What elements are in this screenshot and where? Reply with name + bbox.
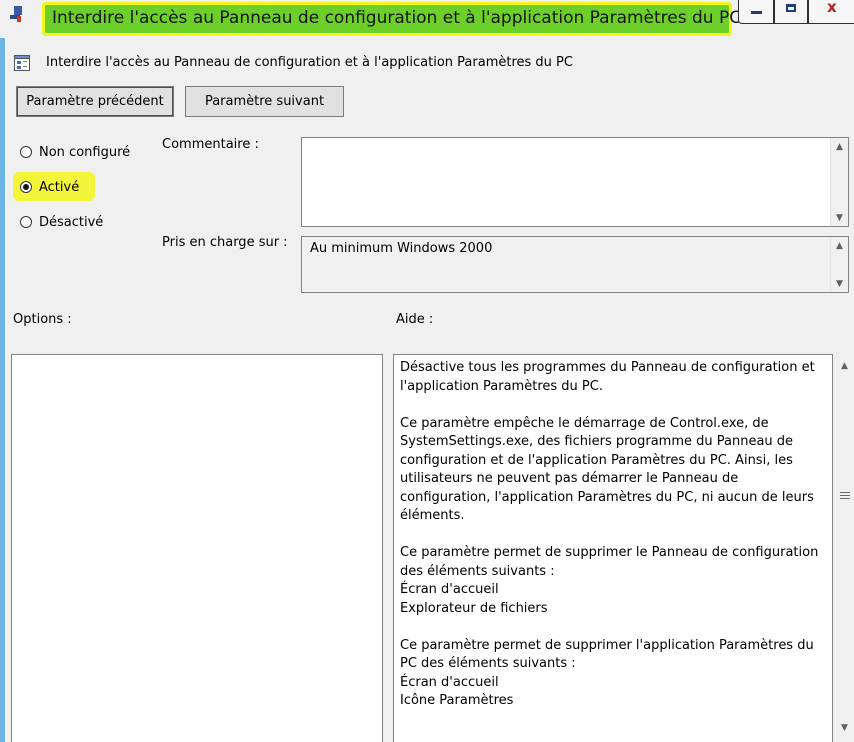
setting-name: Interdire l'accès au Panneau de configur…: [46, 55, 573, 70]
policy-setting-icon: [14, 55, 30, 71]
scroll-down-icon[interactable]: ▼: [835, 718, 854, 738]
scroll-up-icon[interactable]: ▲: [835, 354, 854, 378]
supported-on-textbox: Au minimum Windows 2000 ▲ ▼: [301, 236, 849, 293]
window-title: Interdire l'accès au Panneau de configur…: [52, 8, 742, 28]
maximize-button[interactable]: [774, 0, 808, 24]
radio-label: Activé: [39, 179, 80, 195]
help-panel: Désactive tous les programmes du Panneau…: [393, 354, 833, 742]
scroll-down-icon[interactable]: ▼: [831, 275, 848, 292]
radio-button-icon: [20, 216, 32, 228]
window-border: [0, 0, 5, 742]
supported-on-value: Au minimum Windows 2000: [310, 241, 493, 256]
comment-textbox[interactable]: ▲ ▼: [301, 137, 849, 227]
comment-scrollbar[interactable]: ▲ ▼: [830, 138, 848, 226]
supported-on-label: Pris en charge sur :: [162, 235, 288, 250]
radio-label: Non configuré: [39, 144, 131, 160]
options-panel[interactable]: [11, 354, 383, 742]
help-text: Désactive tous les programmes du Panneau…: [400, 359, 820, 711]
options-label: Options :: [13, 312, 72, 327]
radio-not-configured[interactable]: Non configuré: [20, 142, 130, 162]
help-paragraph: Désactive tous les programmes du Panneau…: [400, 360, 815, 394]
scroll-down-icon[interactable]: ▼: [831, 209, 848, 226]
supported-on-scrollbar[interactable]: ▲ ▼: [830, 237, 848, 292]
close-button[interactable]: [808, 0, 854, 24]
next-setting-button[interactable]: Paramètre suivant: [185, 86, 344, 117]
help-paragraph: Ce paramètre empêche le démarrage de Con…: [400, 415, 814, 524]
radio-label: Désactivé: [39, 214, 104, 230]
help-label: Aide :: [396, 312, 434, 327]
title-bar[interactable]: Interdire l'accès au Panneau de configur…: [0, 0, 854, 38]
group-policy-app-icon: [10, 6, 22, 22]
comment-label: Commentaire :: [162, 137, 259, 152]
help-paragraph: Ce paramètre permet de supprimer le Pann…: [400, 545, 819, 616]
help-scrollbar[interactable]: ▲ ▼: [835, 354, 854, 742]
radio-button-icon: [20, 146, 32, 158]
radio-enabled[interactable]: Activé: [20, 177, 79, 197]
scroll-up-icon[interactable]: ▲: [831, 237, 848, 254]
radio-button-checked-icon: [20, 181, 32, 193]
previous-setting-button[interactable]: Paramètre précédent: [16, 86, 174, 117]
help-paragraph: Ce paramètre permet de supprimer l'appli…: [400, 637, 814, 709]
minimize-button[interactable]: [738, 0, 774, 24]
scroll-thumb-grip-icon[interactable]: [840, 492, 850, 501]
scroll-up-icon[interactable]: ▲: [831, 138, 848, 155]
radio-disabled[interactable]: Désactivé: [20, 212, 103, 232]
